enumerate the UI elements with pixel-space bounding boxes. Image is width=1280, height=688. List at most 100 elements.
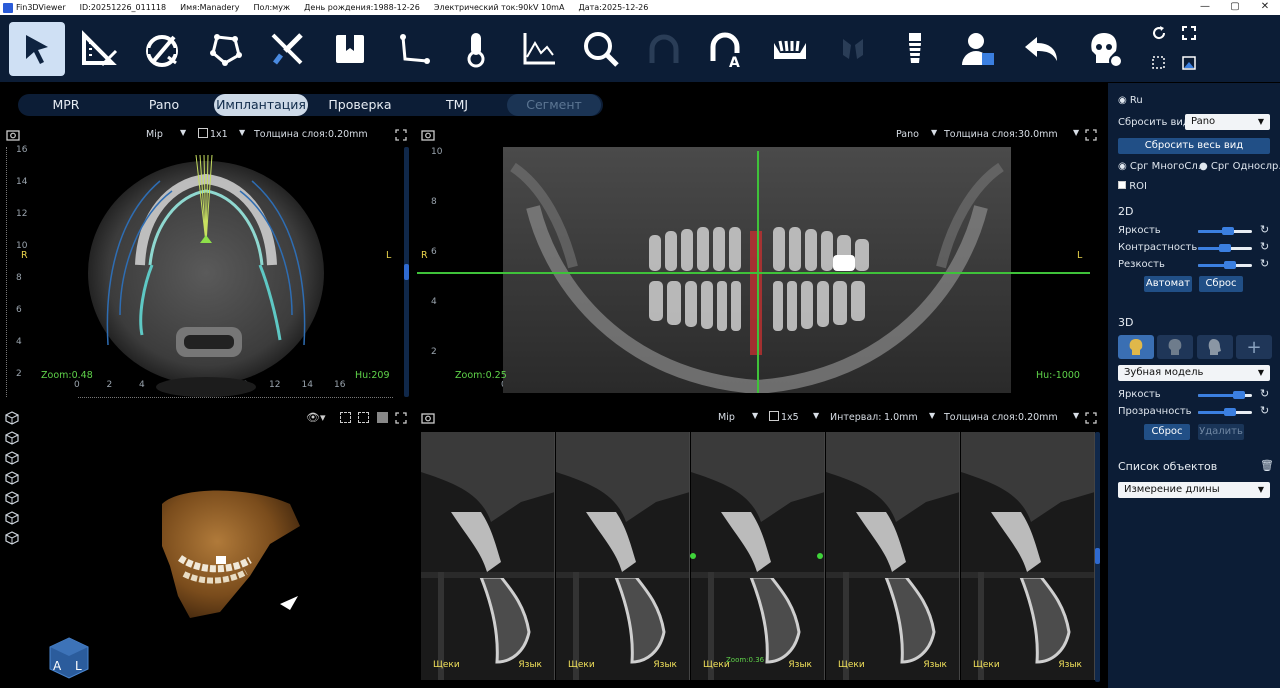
cross-section-slice[interactable]: Щеки Язык: [691, 432, 825, 680]
nerve-auto-button[interactable]: A: [699, 22, 755, 76]
nerve-tool-button[interactable]: [636, 22, 692, 76]
undo-button[interactable]: [1013, 22, 1069, 76]
model-select[interactable]: Зубная модель ▼: [1118, 365, 1270, 381]
chevron-down-icon[interactable]: ▼: [180, 128, 186, 137]
ruler-tool-button[interactable]: [70, 22, 126, 76]
patient-info-button[interactable]: [950, 22, 1006, 76]
skull-preset-bone-button[interactable]: [1118, 335, 1154, 359]
trash-icon[interactable]: 🗑: [1260, 459, 1274, 472]
transparency-slider[interactable]: [1198, 408, 1252, 416]
crop-frame-icon[interactable]: [1150, 54, 1168, 72]
select-tool-button[interactable]: [9, 22, 65, 76]
view-orientation-cube-icon[interactable]: [5, 491, 19, 505]
grid-layout-icon[interactable]: [769, 411, 779, 421]
maximize-button[interactable]: ▢: [1220, 0, 1250, 15]
reset-transparency-icon[interactable]: ↻: [1260, 405, 1271, 416]
frame-dashed-icon[interactable]: [358, 412, 369, 423]
maximize-view-icon[interactable]: [1085, 129, 1097, 141]
profile-graph-button[interactable]: [511, 22, 567, 76]
line-measure-button[interactable]: [385, 22, 441, 76]
cross-section-slice[interactable]: Щеки Язык: [421, 432, 555, 680]
cross-grid-value[interactable]: 1x5: [781, 412, 799, 423]
cross-thickness-value[interactable]: 0.20mm: [1018, 412, 1058, 423]
sharpness-slider[interactable]: [1198, 261, 1252, 269]
camera-icon[interactable]: [421, 129, 435, 141]
view-orientation-cube-icon[interactable]: [5, 511, 19, 525]
skull-preset-skin-button[interactable]: [1197, 335, 1233, 359]
radio-single-slice[interactable]: ● Срг Однослр.: [1199, 161, 1280, 172]
image-export-icon[interactable]: [1180, 54, 1198, 72]
axial-thickness-value[interactable]: 0.20mm: [328, 129, 368, 140]
chevron-down-icon[interactable]: ▼: [239, 128, 245, 137]
bone-density-button[interactable]: [448, 22, 504, 76]
radio-multi-slice[interactable]: ◉ Срг МногоСл.: [1118, 161, 1201, 172]
view-orientation-cube-icon[interactable]: [5, 531, 19, 545]
reset-3d-button[interactable]: Сброс: [1144, 424, 1190, 440]
camera-icon[interactable]: [6, 129, 20, 141]
brightness-3d-slider[interactable]: [1198, 391, 1252, 399]
tab-segment[interactable]: Сегмент: [507, 94, 601, 116]
frame-small-icon[interactable]: [340, 412, 351, 423]
camera-icon[interactable]: [421, 412, 435, 424]
minimize-button[interactable]: —: [1190, 0, 1220, 15]
cross-section-slice[interactable]: Щеки Язык: [556, 432, 690, 680]
skull-preset-soft-button[interactable]: [1157, 335, 1193, 359]
pano-thickness-value[interactable]: 30.0mm: [1018, 129, 1058, 140]
cross-section-slice[interactable]: Щеки Язык: [961, 432, 1095, 680]
pano-horizontal-cursor-line[interactable]: [417, 272, 1090, 274]
cross-mode-select[interactable]: Mip: [718, 412, 735, 423]
reset-brightness-icon[interactable]: ↻: [1260, 224, 1271, 235]
cross-interval-value[interactable]: 1.0mm: [884, 412, 918, 423]
cross-slice-scrollbar[interactable]: [1095, 432, 1100, 682]
tab-pano[interactable]: Pano: [116, 94, 212, 116]
zoom-tool-button[interactable]: [573, 22, 629, 76]
view-orientation-cube-icon[interactable]: [5, 411, 19, 425]
implant-disabled-button[interactable]: [825, 22, 881, 76]
axial-slice-scrollbar[interactable]: [404, 147, 409, 397]
fit-screen-icon[interactable]: [1180, 24, 1198, 42]
objects-select[interactable]: Измерение длины ▼: [1118, 482, 1270, 498]
bookmark-tool-button[interactable]: [322, 22, 378, 76]
reset-brightness-3d-icon[interactable]: ↻: [1260, 388, 1271, 399]
cut-tool-button[interactable]: [259, 22, 315, 76]
contrast-slider[interactable]: [1198, 244, 1252, 252]
tab-mpr[interactable]: MPR: [18, 94, 114, 116]
auto-button[interactable]: Автомат: [1144, 276, 1192, 292]
chevron-down-icon[interactable]: ▼: [1073, 128, 1079, 137]
grid-checkbox[interactable]: [198, 128, 208, 138]
close-button[interactable]: ✕: [1250, 0, 1280, 15]
axial-viewport[interactable]: Mip ▼ 1x1 ▼ Толщина слоя: 0.20mm 16 14 12 1…: [0, 125, 412, 405]
reset-2d-button[interactable]: Сброс: [1199, 276, 1243, 292]
polygon-tool-button[interactable]: [197, 22, 253, 76]
chevron-down-icon[interactable]: ▼: [813, 411, 819, 420]
cross-section-slice[interactable]: Щеки Язык: [826, 432, 960, 680]
implant-button[interactable]: [887, 22, 943, 76]
chevron-down-icon[interactable]: ▼: [931, 128, 937, 137]
reset-view-select[interactable]: Pano ▼: [1185, 114, 1270, 130]
view-orientation-cube-icon[interactable]: [5, 431, 19, 445]
delete-button[interactable]: Удалить: [1198, 424, 1244, 440]
maximize-view-icon[interactable]: [1085, 412, 1097, 424]
eye-visibility-icon[interactable]: 👁▾: [306, 411, 326, 424]
view-orientation-cube-icon[interactable]: [5, 451, 19, 465]
pano-viewport[interactable]: Pano ▼ Толщина слоя: 30.0mm ▼ 108642 024…: [417, 125, 1100, 405]
axial-mode-select[interactable]: Mip: [146, 129, 163, 140]
chevron-down-icon[interactable]: ▼: [752, 411, 758, 420]
reset-all-view-button[interactable]: Сбросить весь вид: [1118, 138, 1270, 154]
reset-sharpness-icon[interactable]: ↻: [1260, 258, 1271, 269]
reset-contrast-icon[interactable]: ↻: [1260, 241, 1271, 252]
chevron-down-icon[interactable]: ▼: [1073, 411, 1079, 420]
add-preset-button[interactable]: +: [1236, 335, 1272, 359]
tab-tmj[interactable]: TMJ: [410, 94, 504, 116]
angle-tool-button[interactable]: [134, 22, 190, 76]
maximize-view-icon[interactable]: [395, 129, 407, 141]
jaw-model-button[interactable]: [762, 22, 818, 76]
chevron-down-icon[interactable]: ▼: [929, 411, 935, 420]
view-orientation-cube-icon[interactable]: [5, 471, 19, 485]
brightness-slider[interactable]: [1198, 227, 1252, 235]
volume-3d-viewport[interactable]: 👁▾ A L: [0, 408, 412, 688]
pano-vertical-cursor-line[interactable]: [757, 151, 759, 393]
maximize-view-icon[interactable]: [395, 412, 407, 424]
language-selector[interactable]: ◉ Ru: [1118, 95, 1143, 106]
scrollbar-thumb[interactable]: [404, 264, 409, 280]
